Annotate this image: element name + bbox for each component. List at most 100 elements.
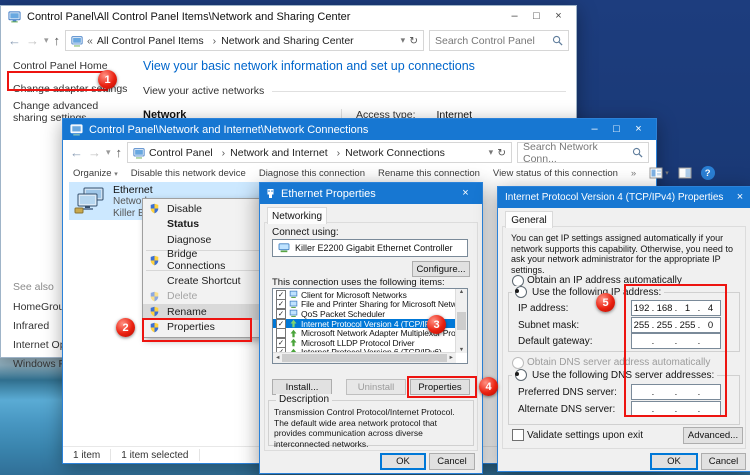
refresh-icon[interactable]: ↻ xyxy=(409,35,418,47)
menu-item-create-shortcut[interactable]: Create Shortcut xyxy=(143,273,263,289)
step-badge-3: 3 xyxy=(427,315,446,334)
chevron-down-icon: ▾ xyxy=(114,171,118,178)
intro-text: You can get IP settings assigned automat… xyxy=(511,233,737,275)
client-icon xyxy=(289,290,298,299)
step-badge-1: 1 xyxy=(98,70,117,89)
protocol-icon xyxy=(289,338,298,347)
maximize-button[interactable]: □ xyxy=(606,120,627,139)
menu-item-diagnose[interactable]: Diagnose xyxy=(143,232,263,248)
uninstall-button[interactable]: Uninstall xyxy=(346,379,406,395)
recent-pages-dropdown[interactable]: ▾ xyxy=(44,35,49,46)
up-button[interactable]: ↑ xyxy=(54,33,61,48)
window2-title: Control Panel\Network and Internet\Netwo… xyxy=(89,124,368,136)
radio-use-dns[interactable] xyxy=(515,369,527,381)
rename-connection-button[interactable]: Rename this connection xyxy=(378,168,480,179)
forward-button[interactable]: → xyxy=(88,145,101,160)
tab-general[interactable]: General xyxy=(505,211,553,228)
checkbox-unchecked[interactable] xyxy=(276,328,286,338)
organize-menu[interactable]: Organize ▾ xyxy=(73,168,118,179)
cancel-button[interactable]: Cancel xyxy=(429,453,475,470)
cancel-button[interactable]: Cancel xyxy=(701,453,746,470)
search-input[interactable]: Search Network Conn... xyxy=(517,142,649,163)
protocol-icon xyxy=(289,329,298,338)
status-item-count: 1 item xyxy=(63,449,111,461)
breadcrumb-item[interactable]: Control Panel xyxy=(149,147,213,159)
ok-button[interactable]: OK xyxy=(380,453,426,470)
scroll-down-icon[interactable]: ▼ xyxy=(459,347,464,353)
checkbox-checked[interactable]: ✓ xyxy=(276,319,286,329)
scroll-right-icon[interactable]: ► xyxy=(449,355,454,361)
scroll-up-icon[interactable]: ▲ xyxy=(459,289,464,295)
validate-checkbox[interactable] xyxy=(512,429,524,441)
checkbox-checked[interactable]: ✓ xyxy=(276,300,286,310)
list-item[interactable]: ✓Client for Microsoft Networks xyxy=(273,290,456,300)
connection-name: Ethernet xyxy=(113,184,153,196)
minimize-button[interactable]: – xyxy=(584,120,605,139)
back-button[interactable]: ← xyxy=(8,33,21,48)
alternate-dns-label: Alternate DNS server: xyxy=(518,404,615,415)
checkbox-checked[interactable]: ✓ xyxy=(276,309,286,319)
window1-titlebar: Control Panel\All Control Panel Items\Ne… xyxy=(1,6,576,27)
validate-checkbox-label: Validate settings upon exit xyxy=(527,430,643,441)
search-placeholder: Search Network Conn... xyxy=(523,141,628,165)
breadcrumb-item[interactable]: Network and Sharing Center xyxy=(208,35,354,47)
address-dropdown-icon[interactable]: ▾ xyxy=(401,35,406,46)
forward-button[interactable]: → xyxy=(26,33,39,48)
refresh-icon[interactable]: ↻ xyxy=(497,147,506,159)
uac-shield-icon xyxy=(149,203,160,214)
breadcrumb-item[interactable]: Network and Internet xyxy=(217,147,328,159)
breadcrumb-item[interactable]: Network Connections xyxy=(332,147,445,159)
disable-device-button[interactable]: Disable this network device xyxy=(131,168,246,179)
address-dropdown-icon[interactable]: ▾ xyxy=(489,147,494,158)
install-button[interactable]: Install... xyxy=(272,379,332,395)
highlight-box-change-adapter-settings xyxy=(7,71,108,91)
checkbox-checked[interactable]: ✓ xyxy=(276,290,286,300)
scroll-left-icon[interactable]: ◄ xyxy=(275,355,280,361)
minimize-button[interactable]: – xyxy=(504,7,525,26)
diagnose-connection-button[interactable]: Diagnose this connection xyxy=(259,168,365,179)
protocol-icon xyxy=(289,319,298,328)
close-button[interactable]: × xyxy=(455,184,476,203)
menu-item-status[interactable]: Status xyxy=(143,217,263,233)
view-status-button[interactable]: View status of this connection xyxy=(493,168,618,179)
configure-button[interactable]: Configure... xyxy=(412,261,470,277)
list-item[interactable]: ✓Microsoft LLDP Protocol Driver xyxy=(273,338,456,348)
breadcrumb[interactable]: « All Control Panel Items Network and Sh… xyxy=(65,30,424,51)
radio-obtain-dns[interactable] xyxy=(512,357,524,369)
tab-networking[interactable]: Networking xyxy=(267,207,327,224)
client-icon xyxy=(289,300,298,309)
search-input[interactable]: Search Control Panel xyxy=(429,30,569,51)
advanced-button[interactable]: Advanced... xyxy=(683,427,743,444)
close-button[interactable]: × xyxy=(548,7,569,26)
step-badge-2: 2 xyxy=(116,318,135,337)
checkbox-checked[interactable]: ✓ xyxy=(276,338,286,348)
close-button[interactable]: × xyxy=(729,188,750,207)
scrollbar-thumb[interactable] xyxy=(457,312,466,330)
menu-item-bridge-connections[interactable]: Bridge Connections xyxy=(143,253,263,269)
help-icon[interactable]: ? xyxy=(701,166,715,180)
radio-use-ip[interactable] xyxy=(515,286,527,298)
ip-address-label: IP address: xyxy=(518,303,568,314)
folder-icon xyxy=(133,147,145,159)
breadcrumb[interactable]: Control Panel Network and Internet Netwo… xyxy=(127,142,512,163)
dialog-title: Internet Protocol Version 4 (TCP/IPv4) P… xyxy=(505,192,723,203)
preview-pane-icon[interactable] xyxy=(678,167,692,179)
vertical-scrollbar[interactable]: ▲▼ xyxy=(455,289,467,353)
menu-item-delete[interactable]: Delete xyxy=(143,289,263,305)
up-button[interactable]: ↑ xyxy=(116,145,123,160)
toolbar-overflow-icon[interactable]: » xyxy=(631,168,636,179)
menu-item-disable[interactable]: Disable xyxy=(143,201,263,217)
list-item[interactable]: ✓File and Printer Sharing for Microsoft … xyxy=(273,300,456,310)
recent-pages-dropdown[interactable]: ▾ xyxy=(106,147,111,158)
back-button[interactable]: ← xyxy=(70,145,83,160)
highlight-box-menu-properties xyxy=(142,318,252,342)
default-gateway-label: Default gateway: xyxy=(518,336,593,347)
maximize-button[interactable]: □ xyxy=(526,7,547,26)
ok-button[interactable]: OK xyxy=(650,453,698,470)
horizontal-scrollbar[interactable]: ◄► xyxy=(273,352,456,363)
scrollbar-thumb[interactable] xyxy=(282,354,446,362)
breadcrumb-item[interactable]: All Control Panel Items xyxy=(97,35,204,47)
close-button[interactable]: × xyxy=(628,120,649,139)
view-options-button[interactable]: ▾ xyxy=(649,167,669,179)
control-panel-icon xyxy=(8,10,21,23)
